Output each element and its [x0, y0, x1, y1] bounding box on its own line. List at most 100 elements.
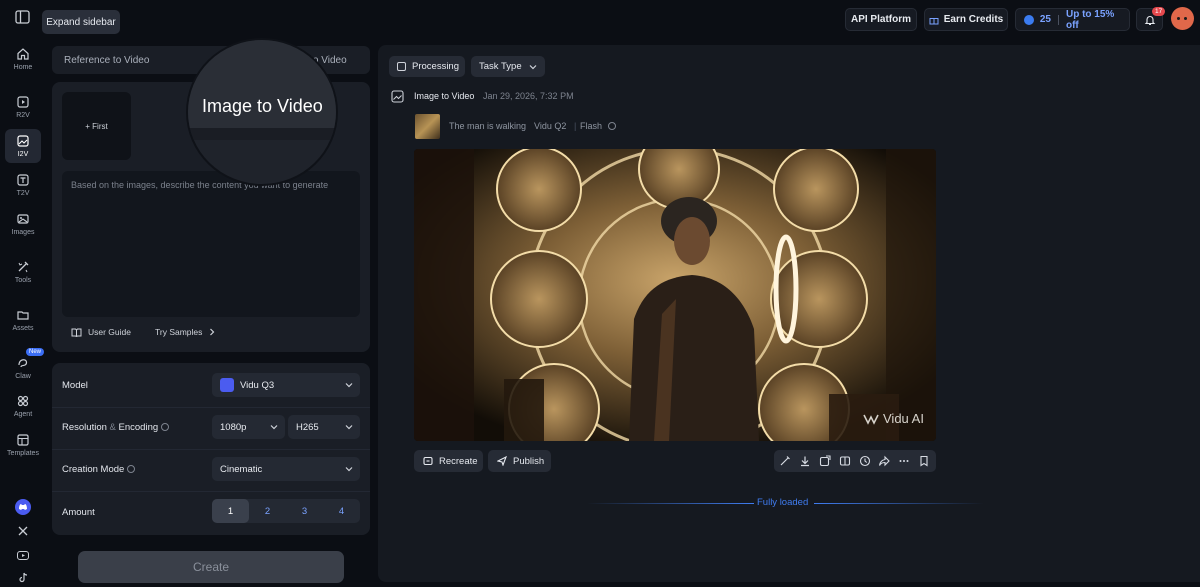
generated-video[interactable]: Vidu AI [414, 149, 936, 441]
sidebar-item-agent[interactable]: Agent [5, 389, 41, 423]
task-model: Vidu Q2 [534, 121, 567, 131]
mode-tabs: Reference to Video Text to Video Image t… [52, 38, 370, 186]
create-button[interactable]: Create [78, 551, 344, 583]
creation-mode-select[interactable]: Cinematic [212, 457, 360, 481]
share-icon[interactable] [878, 455, 890, 467]
magnifier-panel-surface [188, 128, 336, 140]
avatar-eye-left [1177, 17, 1180, 20]
sidebar: Home R2V I2V T2V Images Tools Assets Cla… [0, 0, 46, 587]
checkbox-icon [397, 62, 406, 71]
sidebar-toggle-icon[interactable] [14, 9, 32, 25]
tab-reference-to-video[interactable]: Reference to Video [64, 46, 149, 74]
try-samples-label: Try Samples [155, 327, 203, 337]
amount-option-1[interactable]: 1 [212, 499, 249, 523]
prompt-input[interactable] [62, 171, 360, 317]
sidebar-item-tools[interactable]: Tools [5, 255, 41, 289]
tab-image-to-video[interactable]: Image to Video [186, 38, 338, 186]
model-select[interactable]: Vidu Q3 [212, 373, 360, 397]
watermark-text: Vidu AI [883, 411, 924, 426]
text-video-icon [17, 174, 29, 186]
vidu-logo-icon [220, 378, 234, 392]
sidebar-item-label: Tools [14, 277, 32, 284]
recreate-label: Recreate [439, 455, 478, 467]
publish-label: Publish [513, 455, 545, 467]
reference-video-icon [17, 96, 29, 108]
sidebar-item-assets[interactable]: Assets [5, 303, 41, 337]
compare-icon[interactable] [839, 455, 851, 467]
download-icon[interactable] [799, 455, 811, 467]
user-avatar[interactable] [1171, 7, 1194, 30]
history-icon[interactable] [859, 455, 871, 467]
image-video-icon [17, 135, 29, 147]
extend-icon[interactable] [819, 455, 831, 467]
send-icon [497, 456, 507, 466]
amount-option-3[interactable]: 3 [286, 499, 323, 523]
first-frame-upload[interactable]: + First [62, 92, 131, 160]
loaded-divider-left [587, 503, 754, 504]
info-icon [126, 465, 135, 474]
info-icon [160, 423, 169, 432]
sidebar-item-r2v[interactable]: R2V [5, 90, 41, 124]
credits-button[interactable]: 25 Up to 15% off [1015, 8, 1130, 31]
sidebar-item-home[interactable]: Home [5, 42, 41, 76]
api-platform-button[interactable]: API Platform [845, 8, 917, 31]
more-icon[interactable] [898, 455, 910, 467]
settings-divider [52, 449, 370, 450]
task-type-dropdown[interactable]: Task Type [471, 56, 545, 77]
tools-icon [18, 261, 29, 273]
settings-divider [52, 407, 370, 408]
sidebar-item-label: Assets [12, 325, 34, 332]
task-prompt: The man is walking [449, 121, 527, 131]
chevron-down-icon [270, 425, 278, 430]
bookmark-icon[interactable] [918, 455, 930, 467]
encoding-select[interactable]: H265 [288, 415, 360, 439]
task-title: Image to Video [414, 91, 475, 101]
resolution-label: Resolution [62, 422, 107, 433]
amount-option-2[interactable]: 2 [249, 499, 286, 523]
templates-icon [17, 434, 29, 446]
creation-mode-text: Creation Mode [62, 464, 125, 475]
try-samples-link[interactable]: Try Samples [155, 327, 215, 337]
processing-filter[interactable]: Processing [389, 56, 465, 77]
earn-credits-label: Earn Credits [943, 14, 1004, 25]
credits-count: 25 [1039, 14, 1051, 25]
sidebar-item-label: Home [13, 64, 33, 71]
video-frame [414, 149, 936, 441]
sidebar-item-label: R2V [16, 112, 30, 119]
sidebar-item-images[interactable]: Images [5, 207, 41, 241]
sidebar-item-i2v[interactable]: I2V [5, 129, 41, 163]
promo-text: Up to 15% off [1065, 8, 1115, 31]
video-toolbar [774, 450, 936, 472]
notification-count-badge: 17 [1152, 7, 1166, 16]
creation-mode-value: Cinematic [220, 463, 263, 475]
amount-option-4[interactable]: 4 [323, 499, 360, 523]
earn-credits-button[interactable]: Earn Credits [924, 8, 1008, 31]
images-icon [17, 214, 29, 224]
folder-icon [17, 311, 29, 320]
publish-button[interactable]: Publish [488, 450, 551, 472]
sidebar-item-label: Images [11, 229, 35, 236]
amount-label: Amount [62, 507, 95, 518]
notifications-button[interactable]: 17 [1136, 7, 1166, 31]
encoding-label: Encoding [118, 422, 159, 433]
chevron-down-icon [345, 383, 353, 388]
task-timestamp: Jan 29, 2026, 7:32 PM [483, 91, 574, 101]
magic-edit-icon[interactable] [779, 455, 791, 467]
sidebar-item-t2v[interactable]: T2V [5, 168, 41, 202]
user-guide-link[interactable]: User Guide [71, 327, 131, 337]
agent-icon [17, 395, 29, 407]
tiktok-icon[interactable] [15, 569, 31, 585]
generation-settings: Model Vidu Q3 Resolution & Encoding 1080… [52, 363, 370, 535]
recreate-button[interactable]: Recreate [414, 450, 483, 472]
youtube-icon[interactable] [15, 547, 31, 563]
x-twitter-icon[interactable] [15, 523, 31, 539]
sidebar-item-templates[interactable]: Templates [5, 428, 41, 462]
info-icon [608, 122, 616, 130]
recreate-icon [423, 456, 433, 466]
resolution-select[interactable]: 1080p [212, 415, 285, 439]
home-icon [17, 48, 29, 60]
discord-icon[interactable] [15, 499, 31, 515]
fully-loaded-label: Fully loaded [757, 497, 809, 508]
source-image-thumbnail[interactable] [415, 114, 440, 139]
sidebar-item-claw[interactable]: Claw New [5, 348, 45, 385]
